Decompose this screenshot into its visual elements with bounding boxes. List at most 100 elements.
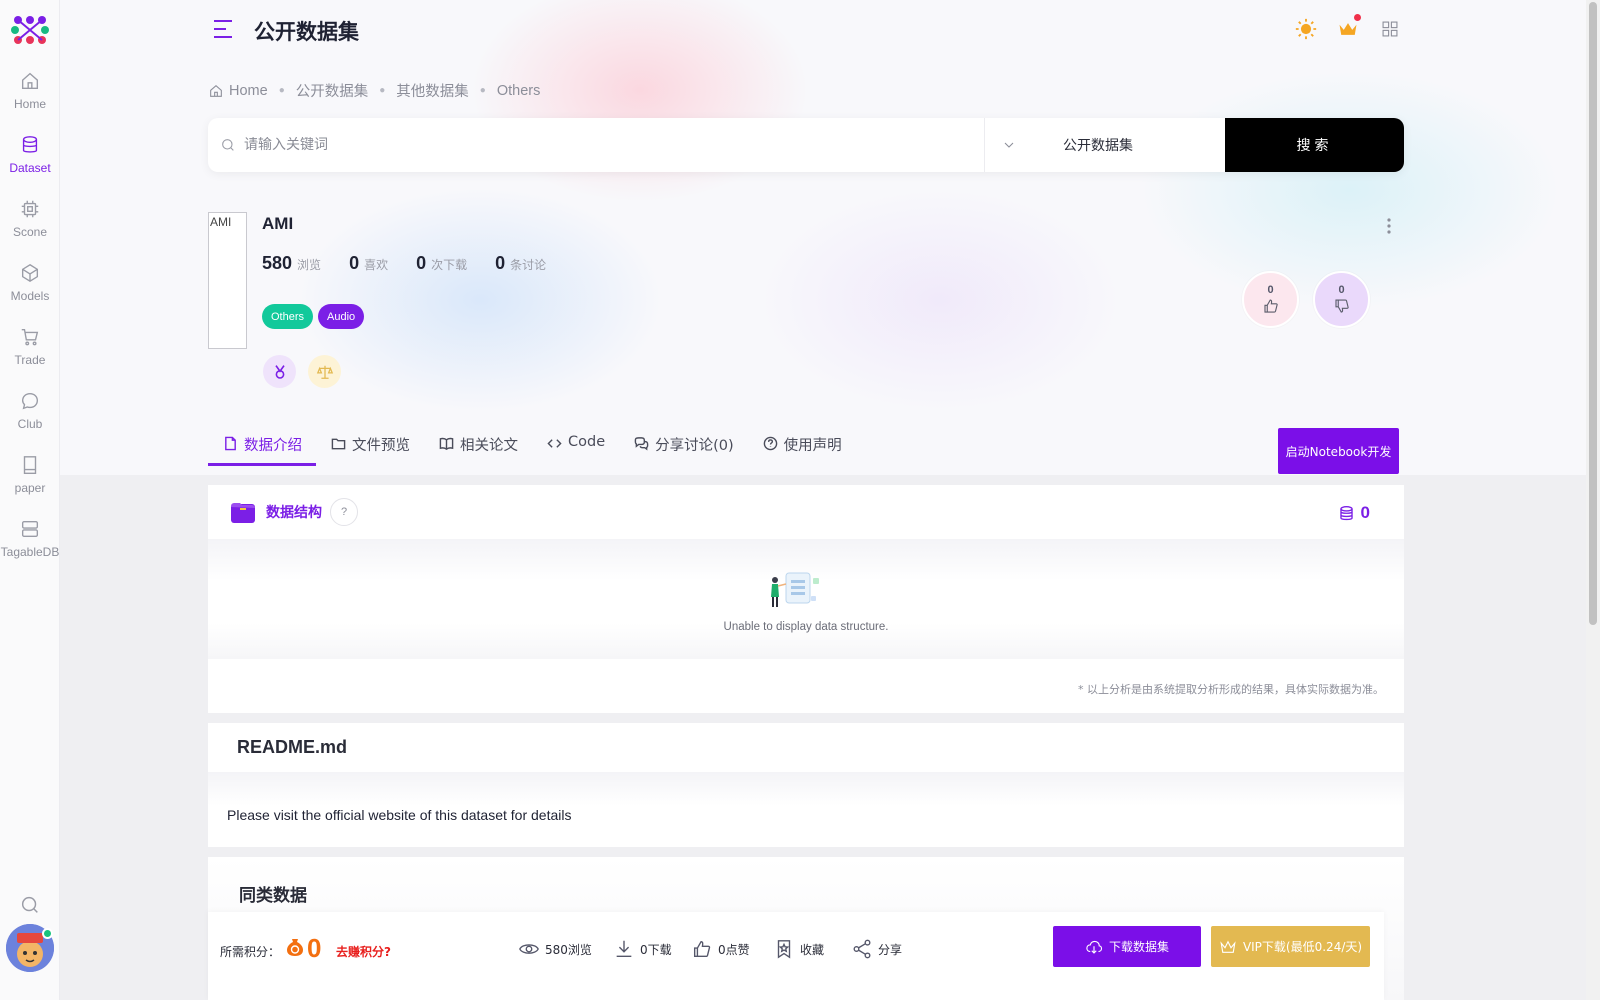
favorite-action[interactable]: 收藏	[773, 938, 824, 960]
apps-grid-button[interactable]	[1377, 16, 1403, 42]
hero-background	[60, 0, 1586, 475]
breadcrumb-separator: ●	[479, 85, 486, 96]
readme-body: Please visit the official website of thi…	[208, 772, 1404, 847]
dataset-tags: Others Audio	[262, 304, 365, 329]
database-icon	[1339, 505, 1353, 520]
sidebar-search-button[interactable]	[19, 894, 41, 916]
bottom-action-bar: 所需积分： 0 去赚积分? 580浏览 0下载 0点赞 收藏 分享 下载数据集 …	[208, 912, 1384, 1000]
page-scrollbar[interactable]	[1586, 0, 1600, 1000]
readme-text: Please visit the official website of thi…	[227, 807, 572, 823]
stat-value: 0	[416, 253, 427, 273]
sidebar-item-label: Models	[10, 289, 50, 303]
views-action: 580浏览	[518, 938, 592, 960]
dislike-button[interactable]: 0	[1313, 271, 1370, 328]
cloud-download-icon	[1086, 940, 1103, 954]
book-open-icon	[439, 437, 454, 451]
data-structure-body: Unable to display data structure.	[208, 539, 1404, 659]
sidebar-item-label: Dataset	[9, 161, 51, 175]
tab-label: 相关论文	[460, 438, 518, 454]
stat-value: 0	[495, 253, 506, 273]
question-icon	[763, 436, 777, 451]
search-input[interactable]	[244, 137, 944, 153]
tab-label: 数据介绍	[244, 438, 302, 454]
content-tabs: 数据介绍 文件预览 相关论文 Code 分享讨论(0) 使用声明	[208, 426, 856, 466]
analysis-disclaimer: * 以上分析是由系统提取分析形成的结果，具体实际数据为准。	[1078, 683, 1384, 696]
sidebar-item-label: Club	[17, 417, 43, 431]
dataset-name: AMI	[262, 214, 294, 233]
header-actions	[1293, 14, 1403, 42]
file-icon	[225, 436, 236, 451]
vip-crown-button[interactable]	[1335, 14, 1361, 42]
main-content: 公开数据集 Home ● 公开数据集 ● 其他数据集 ● Others 请输入关…	[60, 0, 1586, 1000]
sidebar-item-paper[interactable]: paper	[0, 450, 60, 514]
thumbs-up-icon	[693, 940, 711, 958]
sidebar-item-club[interactable]: Club	[0, 386, 60, 450]
chat-icon	[21, 392, 39, 410]
tab-label: 文件预览	[352, 438, 410, 454]
sidebar-item-scone[interactable]: Scone	[0, 194, 60, 258]
tag-others[interactable]: Others	[262, 304, 314, 329]
share-action[interactable]: 分享	[851, 938, 902, 960]
likes-count: 0点赞	[718, 942, 750, 957]
stat-likes: 0 喜欢	[349, 253, 388, 274]
search-category-select[interactable]: 公开数据集	[985, 118, 1225, 172]
scrollbar-thumb[interactable]	[1589, 2, 1597, 625]
theme-toggle-button[interactable]	[1293, 16, 1319, 42]
like-action[interactable]: 0点赞	[691, 938, 750, 960]
breadcrumb-item[interactable]: 公开数据集	[296, 80, 369, 101]
sidebar-item-home[interactable]: Home	[0, 66, 60, 130]
data-structure-card: 数据结构 ? 0 Unable to display data structur…	[208, 485, 1404, 713]
search-bar: 公开数据集 搜索	[208, 118, 1404, 172]
app-logo[interactable]	[10, 14, 50, 46]
stat-value: 0	[349, 253, 360, 273]
data-structure-title: 数据结构	[266, 505, 322, 521]
tab-papers[interactable]: 相关论文	[424, 426, 532, 466]
thumbs-down-icon	[1334, 299, 1349, 313]
download-dataset-button[interactable]: 下载数据集	[1053, 926, 1201, 967]
home-icon	[21, 72, 39, 90]
sidebar-item-trade[interactable]: Trade	[0, 322, 60, 386]
search-button[interactable]: 搜索	[1225, 118, 1404, 172]
sidebar-item-models[interactable]: Models	[0, 258, 60, 322]
medal-icon	[274, 364, 285, 379]
data-structure-help-button[interactable]: ?	[330, 498, 358, 526]
required-points-label: 所需积分：	[220, 945, 281, 959]
downloads-action: 0下载	[613, 938, 672, 960]
stat-unit: 浏览	[297, 258, 322, 272]
breadcrumb-item[interactable]: Others	[497, 83, 541, 99]
license-badge[interactable]	[308, 355, 341, 388]
sidebar-item-dataset[interactable]: Dataset	[0, 130, 60, 194]
chip-icon	[21, 200, 39, 218]
tab-discussion[interactable]: 分享讨论(0)	[619, 426, 748, 466]
dataset-thumbnail: AMI	[208, 212, 247, 349]
sidebar-item-tagabledb[interactable]: TagableDB	[0, 514, 60, 578]
home-icon	[210, 84, 222, 97]
like-button[interactable]: 0	[1242, 271, 1299, 328]
medal-badge[interactable]	[263, 355, 296, 388]
tab-usage-statement[interactable]: 使用声明	[748, 426, 856, 466]
stat-views: 580 浏览	[262, 253, 321, 274]
tab-file-preview[interactable]: 文件预览	[316, 426, 424, 466]
sidebar-item-label: Home	[13, 97, 46, 111]
launch-notebook-button[interactable]: 启动Notebook开发	[1278, 428, 1399, 474]
stat-unit: 喜欢	[364, 258, 389, 272]
vip-download-button[interactable]: VIP下载(最低0.24/天)	[1211, 926, 1370, 967]
stat-downloads: 0 次下载	[416, 253, 467, 274]
dataset-badges	[263, 355, 341, 388]
required-points-value: 0	[307, 933, 322, 963]
downloads-count: 0下载	[640, 942, 672, 957]
comments-icon	[634, 437, 649, 451]
sidebar-nav: Home Dataset Scone Models Trade Club pap…	[0, 66, 60, 578]
notification-dot	[1354, 14, 1361, 21]
tab-code[interactable]: Code	[532, 426, 619, 466]
menu-icon[interactable]	[212, 18, 234, 40]
tab-intro[interactable]: 数据介绍	[208, 426, 316, 466]
sun-icon	[1295, 18, 1317, 40]
breadcrumb-item[interactable]: 其他数据集	[396, 80, 469, 101]
breadcrumb-home[interactable]: Home	[229, 83, 268, 99]
data-structure-count-value: 0	[1360, 503, 1370, 522]
more-options-icon[interactable]	[1384, 216, 1394, 236]
earn-points-link[interactable]: 去赚积分?	[336, 943, 391, 960]
stat-discussions: 0 条讨论	[495, 253, 546, 274]
tag-audio[interactable]: Audio	[318, 304, 365, 329]
